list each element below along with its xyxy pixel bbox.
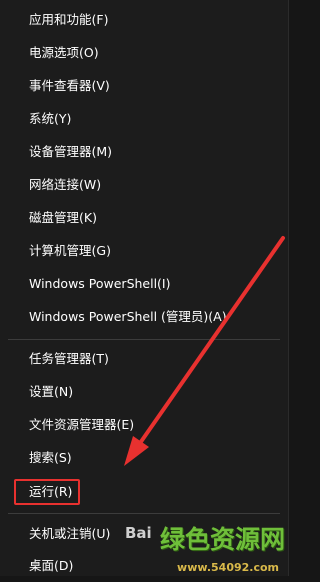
menu-item-settings[interactable]: 设置(N)	[0, 376, 288, 408]
menu-item-network-connections[interactable]: 网络连接(W)	[0, 169, 288, 201]
menu-item-desktop[interactable]: 桌面(D)	[0, 550, 288, 582]
menu-item-run[interactable]: 运行(R)	[0, 476, 288, 508]
menu-item-disk-management[interactable]: 磁盘管理(K)	[0, 202, 288, 234]
menu-item-apps-features[interactable]: 应用和功能(F)	[0, 4, 288, 36]
menu-item-label: 设置(N)	[29, 384, 74, 399]
menu-item-label: 桌面(D)	[29, 558, 74, 573]
menu-item-task-manager[interactable]: 任务管理器(T)	[0, 343, 288, 375]
menu-item-powershell-admin[interactable]: Windows PowerShell (管理员)(A)	[0, 301, 288, 333]
menu-item-label: 任务管理器(T)	[29, 351, 109, 366]
menu-item-label: 计算机管理(G)	[29, 243, 111, 258]
menu-item-label: 运行(R)	[29, 484, 73, 499]
menu-item-computer-management[interactable]: 计算机管理(G)	[0, 235, 288, 267]
menu-item-label: Windows PowerShell (管理员)(A)	[29, 309, 227, 324]
menu-item-device-manager[interactable]: 设备管理器(M)	[0, 136, 288, 168]
menu-item-system[interactable]: 系统(Y)	[0, 103, 288, 135]
menu-item-file-explorer[interactable]: 文件资源管理器(E)	[0, 409, 288, 441]
menu-item-label: 设备管理器(M)	[29, 144, 113, 159]
menu-item-label: 关机或注销(U)	[29, 526, 111, 541]
menu-separator	[8, 513, 280, 514]
menu-item-label: 电源选项(O)	[29, 45, 99, 60]
menu-item-label: 文件资源管理器(E)	[29, 417, 135, 432]
menu-item-label: 系统(Y)	[29, 111, 72, 126]
menu-item-label: 事件查看器(V)	[29, 78, 110, 93]
menu-item-search[interactable]: 搜索(S)	[0, 442, 288, 474]
menu-item-label: 搜索(S)	[29, 450, 72, 465]
winx-context-menu: 应用和功能(F) 电源选项(O) 事件查看器(V) 系统(Y) 设备管理器(M)…	[0, 0, 289, 576]
menu-item-shutdown-signout[interactable]: 关机或注销(U) ›	[0, 518, 288, 550]
menu-item-powershell[interactable]: Windows PowerShell(I)	[0, 268, 288, 300]
menu-item-label: Windows PowerShell(I)	[29, 276, 171, 291]
menu-item-label: 磁盘管理(K)	[29, 210, 97, 225]
menu-item-label: 网络连接(W)	[29, 177, 102, 192]
menu-item-event-viewer[interactable]: 事件查看器(V)	[0, 70, 288, 102]
menu-item-label: 应用和功能(F)	[29, 12, 109, 27]
chevron-right-icon: ›	[274, 526, 280, 541]
menu-separator	[8, 339, 280, 340]
menu-item-power-options[interactable]: 电源选项(O)	[0, 37, 288, 69]
